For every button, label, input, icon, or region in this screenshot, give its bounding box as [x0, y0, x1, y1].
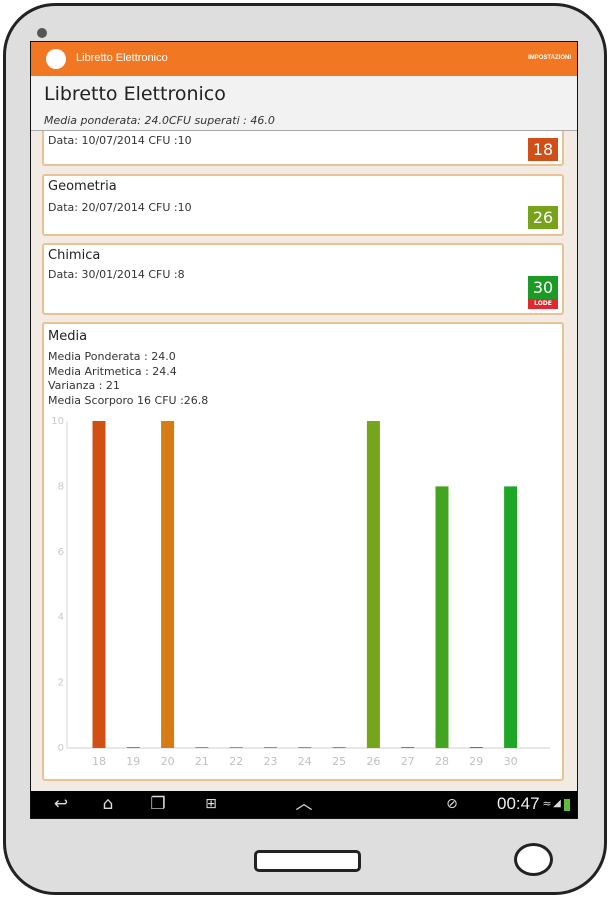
x-tick-label: 27 — [401, 755, 415, 768]
exam-info: Data: 30/01/2014 CFU :8 — [48, 268, 185, 281]
settings-button[interactable]: IMPOSTAZIONI — [528, 55, 571, 61]
chart-bar — [161, 421, 175, 748]
chart-bar — [435, 486, 449, 748]
x-tick-label: 18 — [92, 755, 106, 768]
y-tick-label: 0 — [58, 743, 64, 754]
chart-bar — [401, 747, 415, 748]
chart-bar — [298, 747, 312, 748]
grade-badge: 30 — [528, 276, 558, 299]
grades-bar-chart: 024681018 19 20 21 22 23 24 25 26 27 28 29 30 — [51, 416, 550, 768]
hardware-home-button[interactable] — [254, 850, 361, 872]
recents-icon[interactable]: ❐ — [145, 793, 171, 815]
grade-badge: 26 — [528, 206, 558, 229]
x-tick-label: 28 — [435, 755, 449, 768]
chart-bar — [126, 747, 140, 748]
exam-card[interactable]: Data: 10/07/2014 CFU :10 18 — [42, 131, 564, 166]
camera-icon — [37, 28, 47, 38]
chevron-up-icon[interactable]: ︿ — [291, 793, 317, 815]
media-card: Media Media Ponderata : 24.0 Media Aritm… — [42, 322, 564, 781]
exam-info: Data: 20/07/2014 CFU :10 — [48, 201, 192, 214]
x-tick-label: 24 — [298, 755, 312, 768]
app-title: Libretto Elettronico — [76, 52, 168, 64]
exam-info: Data: 10/07/2014 CFU :10 — [48, 134, 192, 147]
system-nav-bar: ↩ ⌂ ❐ ⊞ ︿ ⊘ 00:47 ≈ ◢ — [31, 791, 577, 818]
x-tick-label: 30 — [504, 755, 518, 768]
y-tick-label: 10 — [51, 416, 64, 427]
chart-bar — [229, 747, 243, 748]
exam-card[interactable]: Chimica Data: 30/01/2014 CFU :8 30 LODE — [42, 243, 564, 315]
signal-icon: ◢ — [553, 798, 561, 809]
lode-badge: LODE — [528, 299, 558, 309]
battery-icon — [564, 799, 570, 811]
back-icon[interactable]: ↩ — [48, 793, 74, 815]
action-bar: Libretto Elettronico IMPOSTAZIONI — [31, 42, 577, 76]
y-tick-label: 2 — [58, 678, 64, 689]
chart-bar — [504, 486, 518, 748]
x-tick-label: 19 — [126, 755, 140, 768]
app-logo-icon[interactable] — [46, 49, 66, 69]
x-tick-label: 23 — [264, 755, 278, 768]
x-tick-label: 25 — [332, 755, 346, 768]
exam-name: Chimica — [48, 248, 101, 263]
y-tick-label: 8 — [58, 481, 64, 492]
exam-list[interactable]: Data: 10/07/2014 CFU :10 18 Geometria Da… — [31, 131, 577, 791]
x-tick-label: 20 — [161, 755, 175, 768]
chart-bar — [332, 747, 346, 748]
blocked-icon: ⊘ — [446, 796, 458, 812]
chart-bar — [366, 421, 380, 748]
exam-name: Geometria — [48, 179, 117, 194]
x-tick-label: 22 — [229, 755, 243, 768]
page-title: Libretto Elettronico — [44, 83, 226, 105]
device-screen: Libretto Elettronico IMPOSTAZIONI Libret… — [30, 41, 578, 819]
x-tick-label: 21 — [195, 755, 209, 768]
home-icon[interactable]: ⌂ — [95, 793, 121, 815]
chart-bar — [195, 747, 209, 748]
page-subtitle: Media ponderata: 24.0CFU superati : 46.0 — [44, 114, 275, 127]
page-header: Libretto Elettronico Media ponderata: 24… — [31, 76, 577, 131]
screenshot-icon[interactable]: ⊞ — [198, 793, 224, 815]
status-clock: 00:47 — [497, 794, 540, 813]
grade-badge: 18 — [528, 138, 558, 161]
x-tick-label: 26 — [366, 755, 380, 768]
x-tick-label: 29 — [469, 755, 483, 768]
y-tick-label: 4 — [58, 612, 64, 623]
y-tick-label: 6 — [58, 547, 64, 558]
hardware-button[interactable] — [514, 843, 553, 876]
chart-bar — [92, 421, 106, 748]
chart-bar — [264, 747, 277, 748]
exam-card[interactable]: Geometria Data: 20/07/2014 CFU :10 26 — [42, 174, 564, 236]
chart-bar — [469, 747, 483, 748]
